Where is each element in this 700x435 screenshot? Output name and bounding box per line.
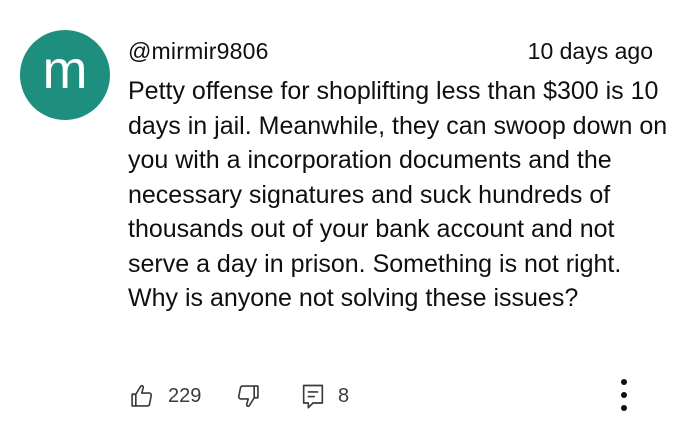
comment-card: m @mirmir9806 10 days ago Petty offense … [0, 0, 700, 435]
more-vertical-icon [620, 378, 628, 417]
thumbs-down-icon [234, 382, 262, 410]
comment-actions: 229 8 [128, 378, 648, 414]
comment-text: Petty offense for shoplifting less than … [128, 77, 668, 312]
thumbs-up-icon [128, 382, 156, 410]
comment-icon [300, 382, 326, 410]
reply-count: 8 [338, 384, 350, 407]
like-button[interactable]: 229 [128, 378, 201, 414]
comment-timestamp[interactable]: 10 days ago [528, 38, 653, 65]
more-options-button[interactable] [610, 378, 638, 416]
like-count: 229 [168, 384, 202, 407]
avatar[interactable]: m [20, 30, 110, 120]
avatar-letter: m [42, 40, 88, 100]
dislike-button[interactable] [234, 378, 262, 414]
comment-author[interactable]: @mirmir9806 [128, 38, 269, 65]
reply-button[interactable]: 8 [300, 378, 349, 414]
